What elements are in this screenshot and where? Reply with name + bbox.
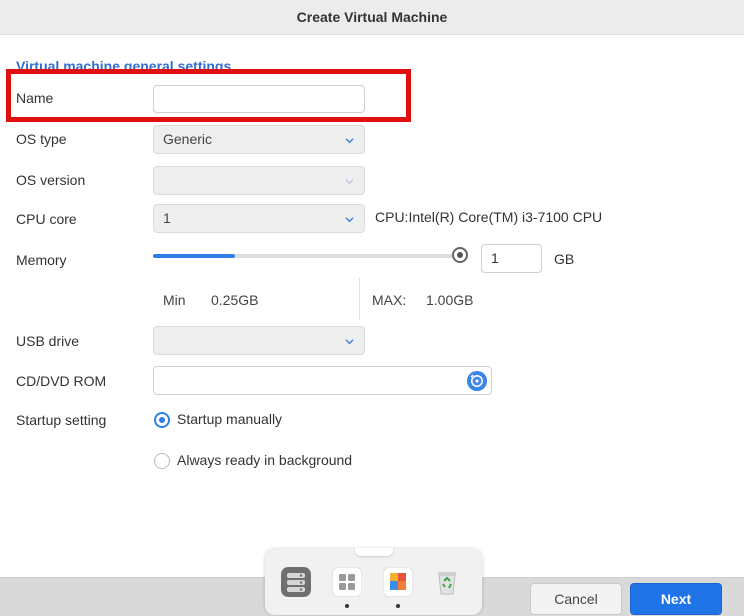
memory-label: Memory [16,252,67,268]
cd-dvd-rom-label: CD/DVD ROM [16,373,107,389]
memory-unit: GB [554,251,575,267]
photo-app-icon[interactable] [383,567,413,597]
cancel-button[interactable]: Cancel [530,583,622,615]
startup-manually-label[interactable]: Startup manually [177,411,282,427]
os-type-select[interactable]: Generic [153,125,365,154]
storage-app-icon[interactable] [281,567,311,597]
minmax-divider [359,278,360,320]
cpu-info: CPU:Intel(R) Core(TM) i3-7100 CPU [375,209,603,225]
cpu-core-value: 1 [163,210,171,226]
cd-dvd-rom-input[interactable] [153,366,492,395]
chevron-down-icon [345,339,354,345]
browse-disc-icon[interactable] [467,371,487,391]
memory-max-value: 1.00GB [426,292,474,308]
always-ready-label[interactable]: Always ready in background [177,452,352,468]
radio-startup-manually[interactable] [154,412,170,428]
section-title: Virtual machine general settings [16,58,232,69]
memory-slider-fill [153,254,236,258]
running-indicator [345,604,349,608]
dock-handle[interactable] [355,548,393,556]
memory-slider[interactable] [153,254,457,258]
memory-min-value: 0.25GB [211,292,259,308]
cpu-core-label: CPU core [16,211,77,227]
recycle-bin-icon[interactable] [432,567,462,597]
chevron-down-icon [345,138,354,144]
cpu-core-select[interactable]: 1 [153,204,365,233]
usb-drive-label: USB drive [16,333,80,349]
os-type-label: OS type [16,131,67,147]
startup-setting-label: Startup setting [16,412,107,428]
os-version-label: OS version [16,172,86,188]
memory-slider-thumb[interactable] [452,247,468,263]
running-indicator [396,604,400,608]
next-button[interactable]: Next [630,583,722,615]
app-center-icon[interactable] [332,567,362,597]
window-title: Create Virtual Machine [296,9,448,25]
chevron-down-icon [345,217,354,223]
window-title-bar: Create Virtual Machine [0,0,744,35]
memory-max-label: MAX: [372,292,407,308]
usb-drive-select[interactable] [153,326,365,355]
os-version-select[interactable] [153,166,365,195]
highlight-annotation [6,69,411,122]
memory-input[interactable]: 1 [481,244,542,273]
chevron-down-icon [345,179,354,185]
os-type-value: Generic [163,131,213,147]
memory-min-label: Min [163,292,186,308]
radio-always-ready[interactable] [154,453,170,469]
